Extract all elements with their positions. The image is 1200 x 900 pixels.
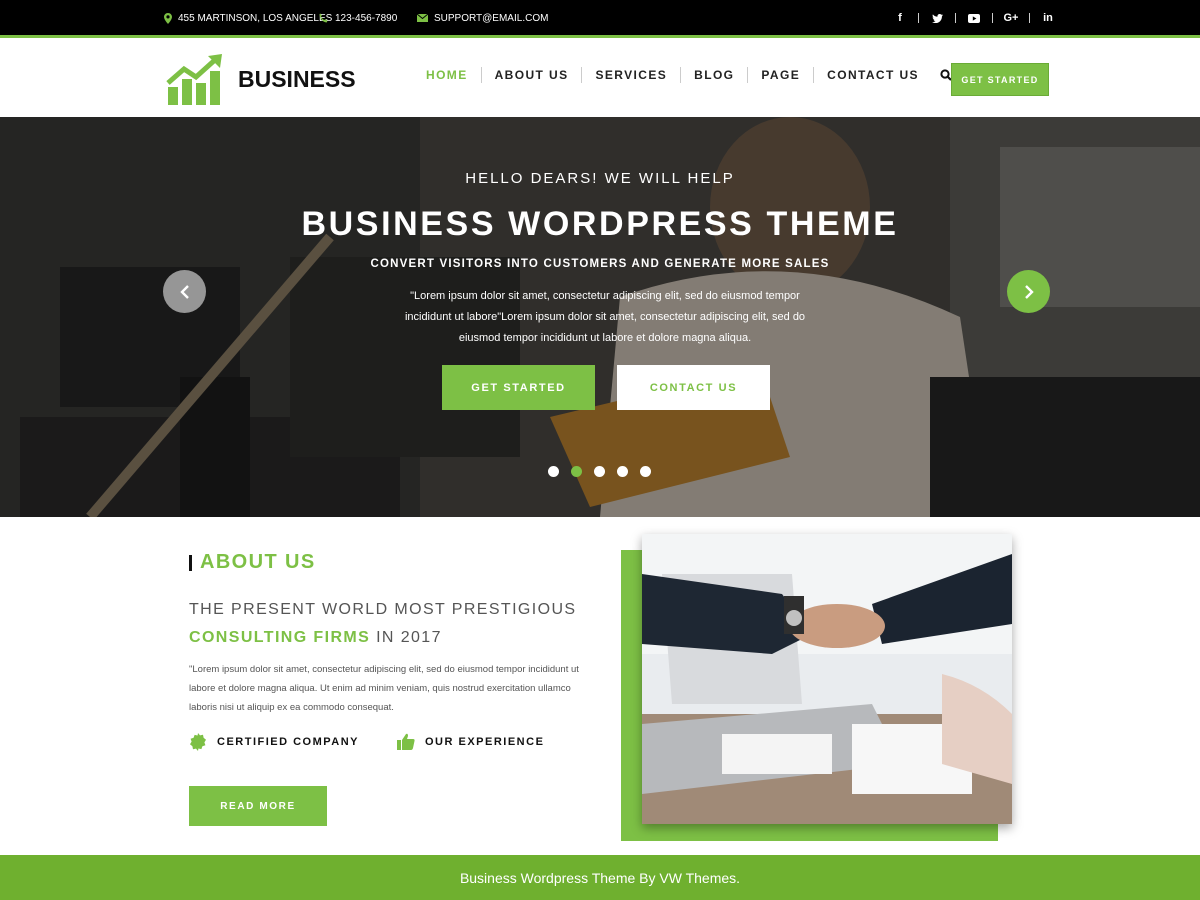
thumbs-up-icon — [397, 733, 415, 750]
social-links: f G+ in — [888, 0, 1060, 36]
about-heading-text: ABOUT US — [200, 551, 316, 573]
phone-text[interactable]: 123-456-7890 — [335, 13, 397, 24]
twitter-icon[interactable] — [925, 8, 949, 28]
site-logo[interactable]: BUSINESS — [166, 53, 356, 105]
certificate-badge-icon — [189, 733, 207, 751]
address-text: 455 MARTINSON, LOS ANGELES — [178, 12, 333, 24]
divider — [955, 13, 956, 23]
feature-our-experience: OUR EXPERIENCE — [397, 733, 544, 750]
site-footer: Business Wordpress Theme By VW Themes. — [0, 855, 1200, 900]
footer-copyright: Business Wordpress Theme By VW Themes. — [459, 869, 741, 886]
nav-page[interactable]: PAGE — [748, 68, 813, 82]
nav-about-us[interactable]: ABOUT US — [482, 68, 582, 82]
slider-dot-active[interactable] — [571, 466, 582, 477]
about-heading: ABOUT US — [189, 551, 316, 574]
envelope-icon — [417, 14, 428, 22]
chevron-right-icon — [1024, 284, 1034, 299]
phone-icon — [318, 13, 329, 24]
address-info: 455 MARTINSON, LOS ANGELES — [164, 0, 332, 36]
divider — [1029, 13, 1030, 23]
linkedin-icon[interactable]: in — [1036, 8, 1060, 28]
map-pin-icon — [164, 12, 172, 24]
divider — [918, 13, 919, 23]
hero-description: "Lorem ipsum dolor sit amet, consectetur… — [404, 290, 806, 344]
top-bar: 455 MARTINSON, LOS ANGELES 123-456-7890 … — [0, 0, 1200, 38]
divider — [992, 13, 993, 23]
hero-slider: HELLO DEARS! WE WILL HELP BUSINESS WORDP… — [0, 117, 1200, 517]
growth-chart-icon — [166, 54, 222, 105]
chevron-left-icon — [179, 284, 189, 299]
nav-services[interactable]: SERVICES — [582, 68, 680, 82]
about-subheading-rest: IN 2017 — [370, 629, 442, 646]
heading-accent-bar — [189, 554, 192, 571]
hero-subtitle: CONVERT VISITORS INTO CUSTOMERS AND GENE… — [370, 258, 830, 270]
phone-info: 123-456-7890 — [318, 0, 397, 36]
slider-prev-button[interactable] — [163, 270, 206, 313]
handshake-image — [642, 534, 1012, 824]
facebook-icon[interactable]: f — [888, 8, 912, 28]
feature-label: CERTIFIED COMPANY — [217, 736, 360, 748]
feature-label: OUR EXPERIENCE — [425, 735, 545, 748]
slider-dot[interactable] — [617, 466, 628, 477]
slider-dot[interactable] — [594, 466, 605, 477]
about-subheading-line2: CONSULTING FIRMS IN 2017 — [189, 624, 609, 652]
about-subheading-line1: THE PRESENT WORLD MOST PRESTIGIOUS — [189, 601, 577, 618]
get-started-header-button[interactable]: GET STARTED — [951, 63, 1049, 96]
hero-kicker: HELLO DEARS! WE WILL HELP — [465, 170, 735, 187]
nav-blog[interactable]: BLOG — [681, 68, 747, 82]
site-header: BUSINESS HOME ABOUT US SERVICES BLOG PAG… — [0, 41, 1200, 117]
about-description: "Lorem ipsum dolor sit amet, consectetur… — [189, 664, 579, 713]
about-subheading-highlight: CONSULTING FIRMS — [189, 629, 371, 646]
get-started-button[interactable]: GET STARTED — [442, 365, 595, 410]
feature-certified-company: CERTIFIED COMPANY — [189, 733, 359, 751]
hero-title: BUSINESS WORDPRESS THEME — [301, 205, 899, 243]
slider-dot[interactable] — [640, 466, 651, 477]
main-nav: HOME ABOUT US SERVICES BLOG PAGE CONTACT… — [413, 67, 954, 83]
contact-us-button[interactable]: CONTACT US — [617, 365, 770, 410]
nav-home[interactable]: HOME — [413, 68, 481, 82]
read-more-button[interactable]: READ MORE — [189, 786, 327, 826]
about-subheading: THE PRESENT WORLD MOST PRESTIGIOUS CONSU… — [189, 596, 609, 652]
youtube-icon[interactable] — [962, 8, 986, 28]
google-plus-icon[interactable]: G+ — [999, 8, 1023, 28]
slider-dots — [548, 466, 663, 477]
email-text[interactable]: SUPPORT@EMAIL.COM — [434, 13, 548, 24]
nav-contact-us[interactable]: CONTACT US — [814, 68, 932, 82]
slider-next-button[interactable] — [1007, 270, 1050, 313]
slider-dot[interactable] — [548, 466, 559, 477]
email-info: SUPPORT@EMAIL.COM — [417, 0, 548, 36]
logo-text: BUSINESS — [238, 65, 356, 92]
